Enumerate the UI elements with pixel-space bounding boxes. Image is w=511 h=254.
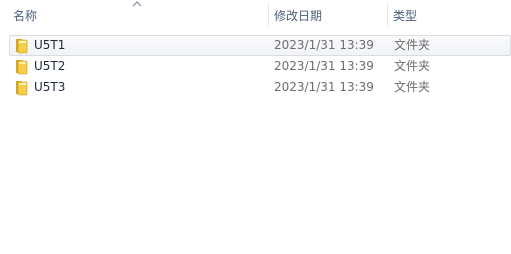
file-name: U5T1 [34,38,66,52]
file-rows: U5T1 2023/1/31 13:39 文件夹 U5T2 2023/1/31 … [0,35,511,98]
column-header-name[interactable]: 名称 [7,0,268,32]
folder-icon [16,39,28,54]
file-row[interactable]: U5T3 2023/1/31 13:39 文件夹 [0,77,511,98]
folder-icon [16,60,28,75]
file-date-modified: 2023/1/31 13:39 [274,59,374,73]
file-row[interactable]: U5T1 2023/1/31 13:39 文件夹 [9,35,511,56]
file-type: 文件夹 [394,59,431,73]
file-name: U5T3 [34,80,66,94]
column-header-bar: 名称 修改日期 类型 [0,0,511,32]
column-header-type[interactable]: 类型 [387,0,511,32]
folder-icon [16,81,28,96]
file-type: 文件夹 [394,80,431,94]
file-name: U5T2 [34,59,66,73]
file-list-view: 名称 修改日期 类型 U5T1 2023/1/31 13:39 文件夹 U5T2… [0,0,511,254]
file-row[interactable]: U5T2 2023/1/31 13:39 文件夹 [0,56,511,77]
file-type: 文件夹 [394,38,431,52]
file-date-modified: 2023/1/31 13:39 [274,38,374,52]
file-date-modified: 2023/1/31 13:39 [274,80,374,94]
column-header-date-modified[interactable]: 修改日期 [268,0,387,32]
